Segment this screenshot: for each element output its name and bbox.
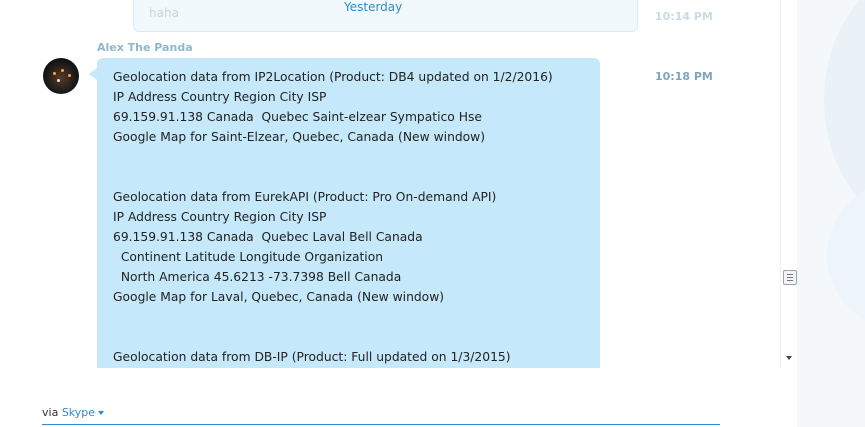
vertical-scrollbar[interactable] xyxy=(780,0,798,368)
service-label: Skype xyxy=(61,406,96,419)
message-line xyxy=(113,147,553,167)
previous-message-time: 10:14 PM xyxy=(655,10,713,23)
message-line xyxy=(113,327,553,347)
sender-name: Alex The Panda xyxy=(97,41,193,54)
bubble-tail xyxy=(89,68,97,80)
message-line: Geolocation data from DB-IP (Product: Fu… xyxy=(113,350,511,364)
via-label: via xyxy=(42,406,59,419)
message-line: Continent Latitude Longitude Organizatio… xyxy=(113,250,384,264)
scroll-down-arrow-icon[interactable] xyxy=(786,356,792,360)
message-bubble[interactable]: Geolocation data from IP2Location (Produ… xyxy=(97,58,600,368)
scrollbar-thumb[interactable] xyxy=(783,270,797,285)
message-line xyxy=(113,167,553,187)
conversation-history[interactable]: haha 10:14 PM Yesterday Alex The Panda 1… xyxy=(0,0,780,368)
compose-area: via Skype xyxy=(0,368,797,427)
message-line: Google Map for Laval, Quebec, Canada (Ne… xyxy=(113,290,445,304)
previous-message-text: haha xyxy=(149,6,179,20)
chevron-down-icon xyxy=(98,411,105,415)
message-text: Geolocation data from IP2Location (Produ… xyxy=(113,67,553,367)
message-time: 10:18 PM xyxy=(655,70,713,83)
message-line xyxy=(113,307,553,327)
message-line: Geolocation data from IP2Location (Produ… xyxy=(113,70,553,84)
avatar[interactable] xyxy=(43,58,79,94)
send-via: via Skype xyxy=(42,406,105,419)
message-line: Google Map for Saint-Elzear, Quebec, Can… xyxy=(113,130,486,144)
message-line: 69.159.91.138 Canada Quebec Laval Bell C… xyxy=(113,230,423,244)
date-separator: Yesterday xyxy=(344,0,403,14)
side-panel xyxy=(797,0,865,427)
message-line: Geolocation data from EurekAPI (Product:… xyxy=(113,190,497,204)
message-line: 69.159.91.138 Canada Quebec Saint-elzear… xyxy=(113,110,482,124)
service-selector[interactable]: Skype xyxy=(61,406,105,419)
message-line: IP Address Country Region City ISP xyxy=(113,210,327,224)
message-line: IP Address Country Region City ISP xyxy=(113,90,327,104)
message-input[interactable] xyxy=(42,424,720,425)
message-line: North America 45.6213 -73.7398 Bell Cana… xyxy=(113,270,402,284)
